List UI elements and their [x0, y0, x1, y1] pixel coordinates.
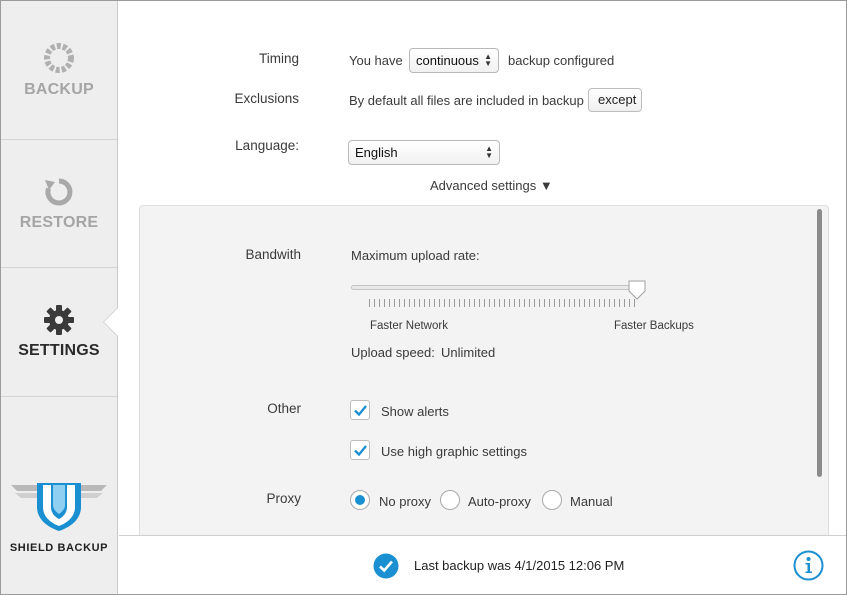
active-indicator: [104, 308, 118, 336]
brand: SHIELD BACKUP: [1, 471, 117, 561]
nav-restore[interactable]: RESTORE: [1, 140, 117, 268]
proxy-label: Proxy: [266, 491, 301, 506]
except-button[interactable]: except: [588, 88, 642, 112]
language-select[interactable]: English ▲ ▼: [348, 140, 500, 165]
select-arrows-icon: ▲ ▼: [485, 144, 493, 160]
timing-label: Timing: [258, 51, 299, 66]
sidebar: BACKUP RESTORE SETTINGS SHIELD BACKUP: [1, 1, 118, 594]
check-circle-icon: [373, 553, 399, 584]
high-graphics-checkbox[interactable]: [350, 440, 370, 460]
app-window: BACKUP RESTORE SETTINGS SHIELD BACKUP Ti…: [0, 0, 847, 595]
brand-name: SHIELD BACKUP: [9, 542, 109, 554]
last-backup-text: Last backup was 4/1/2015 12:06 PM: [414, 558, 625, 573]
no-proxy-radio[interactable]: [350, 490, 370, 510]
slider-max-label: Faster Backups: [614, 320, 694, 332]
panel-scrollbar[interactable]: [817, 209, 822, 477]
advanced-settings-toggle[interactable]: Advanced settings ▼: [430, 178, 553, 193]
settings-main: Timing You have continuous ▲ ▼ backup con…: [119, 1, 846, 594]
nav-settings-label: SETTINGS: [18, 342, 100, 359]
nav-backup[interactable]: BACKUP: [1, 1, 117, 140]
timing-suffix: backup configured: [508, 53, 615, 68]
language-label: Language:: [235, 138, 299, 153]
language-select-value: English: [355, 145, 398, 160]
backup-ring-icon: [42, 41, 76, 75]
restore-arrow-icon: [43, 176, 75, 208]
other-label: Other: [267, 401, 301, 416]
upload-speed-value: Unlimited: [441, 345, 496, 360]
upload-rate-title: Maximum upload rate:: [351, 248, 480, 263]
auto-proxy-label: Auto-proxy: [468, 494, 531, 509]
checkmark-icon: [354, 405, 367, 417]
gear-icon: [43, 304, 75, 336]
slider-min-label: Faster Network: [370, 320, 448, 332]
no-proxy-label: No proxy: [379, 494, 432, 509]
show-alerts-checkbox[interactable]: [350, 400, 370, 420]
upload-speed-label: Upload speed:: [351, 345, 435, 360]
exclusions-text: By default all files are included in bac…: [349, 93, 584, 108]
status-bar: Last backup was 4/1/2015 12:06 PM: [119, 535, 846, 594]
nav-restore-label: RESTORE: [19, 213, 99, 231]
upload-rate-slider-thumb[interactable]: [628, 280, 646, 300]
nav-backup-label: BACKUP: [24, 81, 94, 98]
nav-settings[interactable]: SETTINGS: [1, 268, 117, 397]
bandwidth-label: Bandwith: [245, 247, 301, 262]
checkmark-icon: [354, 445, 367, 457]
timing-select-value: continuous: [416, 53, 479, 68]
upload-rate-track[interactable]: [351, 285, 637, 290]
slider-ticks: [369, 299, 639, 307]
shield-logo-icon: [7, 471, 111, 538]
high-graphics-label: Use high graphic settings: [381, 444, 527, 459]
exclusions-label: Exclusions: [234, 91, 299, 106]
manual-proxy-label: Manual: [570, 494, 613, 509]
manual-proxy-radio[interactable]: [542, 490, 562, 510]
info-icon[interactable]: [793, 550, 824, 586]
timing-prefix: You have: [349, 53, 403, 68]
timing-select[interactable]: continuous ▲ ▼: [409, 48, 499, 73]
show-alerts-label: Show alerts: [381, 404, 449, 419]
select-arrows-icon: ▲ ▼: [484, 52, 492, 68]
auto-proxy-radio[interactable]: [440, 490, 460, 510]
